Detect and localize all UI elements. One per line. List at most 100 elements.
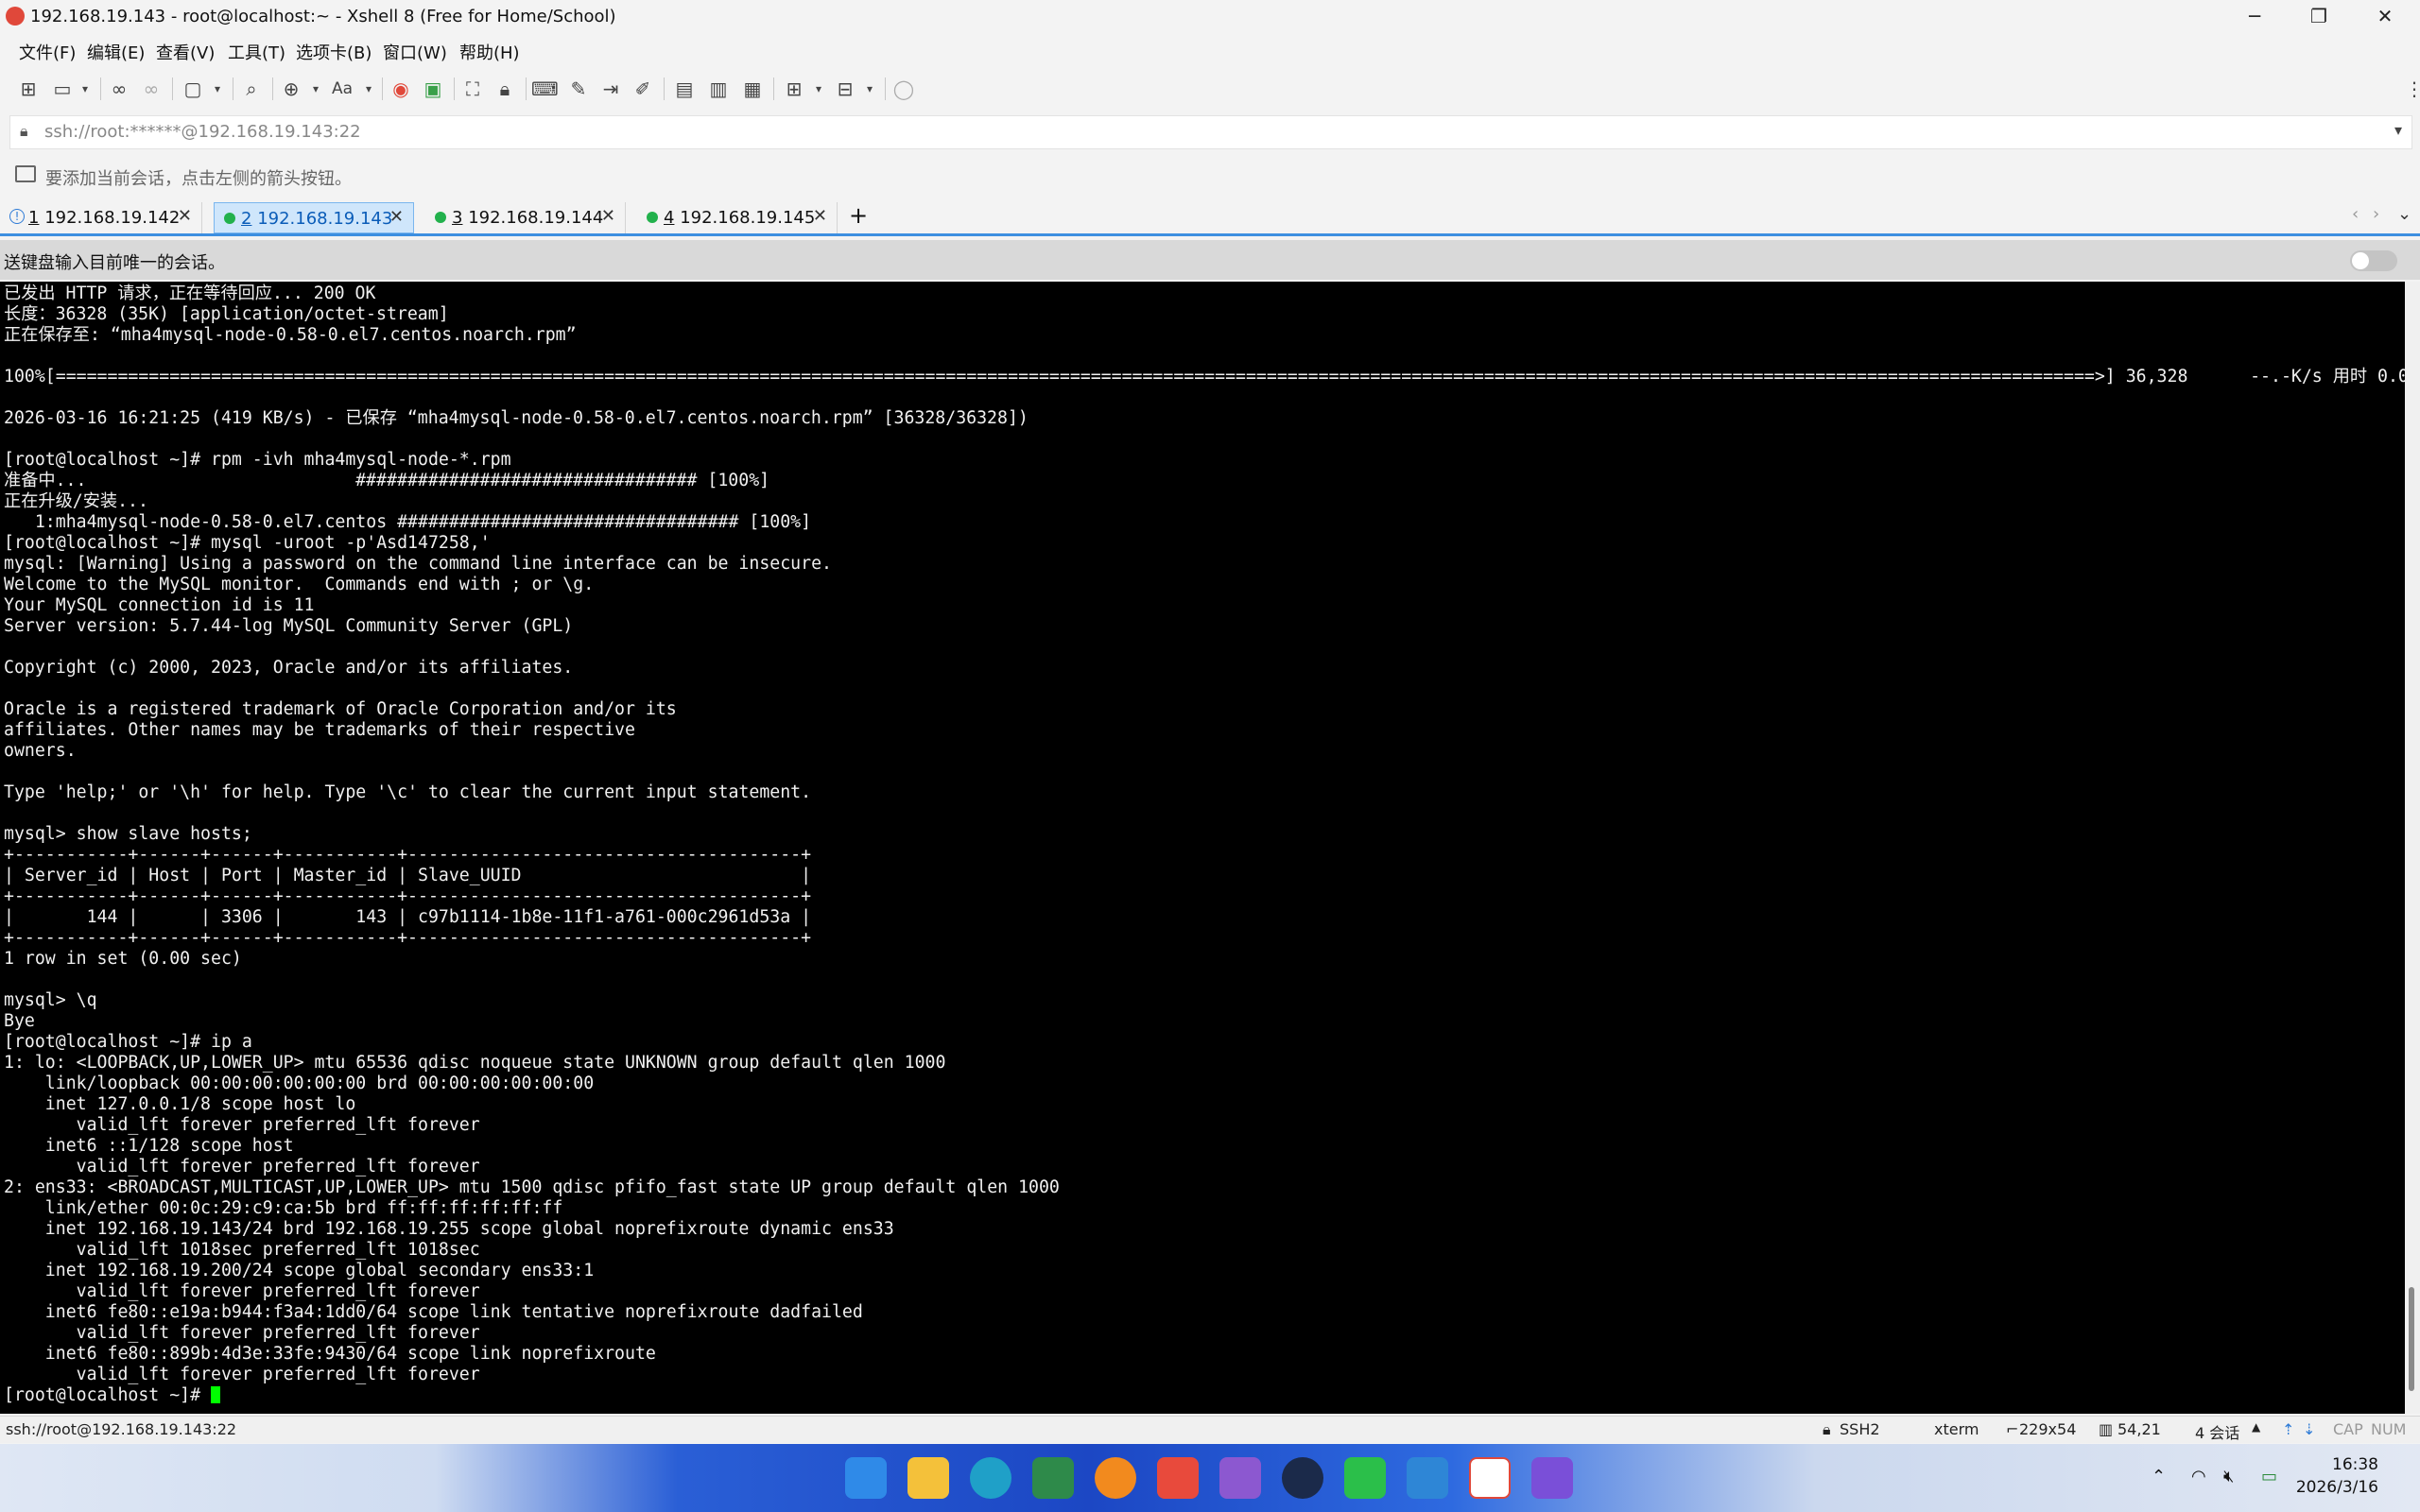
tab-scroll-right-icon[interactable]: ›	[2373, 204, 2379, 224]
terminal-line: 已发出 HTTP 请求，正在等待回应... 200 OK	[4, 284, 376, 303]
add-tab-icon[interactable]: +	[849, 202, 868, 229]
globe-icon[interactable]: ⊕	[278, 76, 304, 102]
log-icon[interactable]: ▤	[671, 76, 698, 102]
tab-session-2[interactable]: 2 192.168.19.143 ✕	[214, 202, 414, 233]
search-icon[interactable]: ⌕	[238, 76, 265, 102]
terminal-line: [root@localhost ~]# rpm -ivh mha4mysql-n…	[4, 450, 511, 470]
terminal-line: Your MySQL connection id is 11	[4, 595, 315, 615]
add-session-arrow-icon[interactable]	[15, 165, 36, 182]
toolbar-divider	[272, 77, 273, 100]
tab-close-icon[interactable]: ✕	[178, 206, 192, 226]
connected-status-icon	[647, 212, 658, 223]
compose-icon[interactable]: ✐	[630, 76, 656, 102]
toolbar-divider	[526, 77, 527, 100]
app-orange-icon[interactable]	[1095, 1457, 1136, 1499]
new-window-icon[interactable]: ▢	[180, 76, 206, 102]
menu-help[interactable]: 帮助(H)	[459, 40, 520, 64]
terminal-output[interactable]: 已发出 HTTP 请求，正在等待回应... 200 OK 长度：36328 (3…	[0, 282, 2405, 1414]
notes-icon[interactable]: ▦	[739, 76, 766, 102]
chat-icon[interactable]: ◯	[890, 76, 917, 102]
disconnect-icon[interactable]: ∞	[138, 76, 164, 102]
transfer-icon[interactable]: ⇥	[597, 76, 624, 102]
lock-icon[interactable]: 🔒︎	[492, 76, 518, 102]
tray-chevron-icon[interactable]: ⌃	[2152, 1467, 2166, 1486]
status-protocol: SSH2	[1840, 1420, 1880, 1438]
terminal-line: 正在保存至: “mha4mysql-node-0.58-0.el7.centos…	[4, 325, 577, 345]
font-dropdown-icon[interactable]: ▾	[355, 76, 382, 102]
menu-edit[interactable]: 编辑(E)	[87, 40, 145, 64]
font-icon[interactable]: Aa	[329, 76, 355, 102]
tab-label: 4 192.168.19.145	[664, 208, 816, 228]
toolbar-divider	[773, 77, 774, 100]
battery-icon[interactable]: ▭	[2261, 1467, 2277, 1486]
keyboard-icon[interactable]: ⌨	[531, 76, 559, 102]
tab-close-icon[interactable]: ✕	[813, 206, 827, 226]
add-tab-icon[interactable]: ⊞	[781, 76, 807, 102]
session-count-up-icon[interactable]: ▲	[2252, 1420, 2260, 1434]
tab-close-icon[interactable]: ✕	[601, 206, 615, 226]
xftp-taskbar-icon[interactable]	[1531, 1457, 1573, 1499]
start-icon[interactable]	[845, 1457, 887, 1499]
edge-icon[interactable]	[970, 1457, 1011, 1499]
fullscreen-icon[interactable]: ⛶	[459, 76, 486, 102]
wifi-icon[interactable]: ◠	[2191, 1467, 2206, 1486]
terminal-line: Copyright (c) 2000, 2023, Oracle and/or …	[4, 658, 574, 678]
steam-icon[interactable]	[1282, 1457, 1323, 1499]
address-bar[interactable]: 🔒︎ ssh://root:******@192.168.19.143:22 ▾	[9, 115, 2412, 149]
file-explorer-icon[interactable]	[908, 1457, 949, 1499]
tab-session-4[interactable]: 4 192.168.19.145 ✕	[637, 202, 838, 233]
menu-tab[interactable]: 选项卡(B)	[296, 40, 372, 64]
restore-button[interactable]: ❐	[2286, 0, 2352, 32]
taskbar-clock[interactable]: 16:38 2026/3/16	[2296, 1453, 2378, 1499]
layout-icon[interactable]: ⊟	[832, 76, 858, 102]
visual-studio-icon[interactable]	[1219, 1457, 1261, 1499]
close-button[interactable]: ✕	[2352, 0, 2418, 32]
layout-dropdown-icon[interactable]: ▾	[856, 76, 883, 102]
more-options-icon[interactable]: ⋮	[2401, 76, 2420, 102]
terminal-scrollbar[interactable]	[2405, 282, 2420, 1414]
new-session-icon[interactable]: ⊞	[15, 76, 42, 102]
terminal-text: 已发出 HTTP 请求，正在等待回应... 200 OK 长度：36328 (3…	[4, 284, 2405, 1406]
volume-muted-icon[interactable]: 🔇︎	[2223, 1467, 2234, 1486]
status-address: ssh://root@192.168.19.143:22	[6, 1420, 237, 1438]
address-dropdown-icon[interactable]: ▾	[2394, 121, 2402, 139]
xshell-logo-icon	[6, 7, 25, 26]
window-dropdown-icon[interactable]: ▾	[204, 76, 231, 102]
menu-view[interactable]: 查看(V)	[156, 40, 215, 64]
menu-tools[interactable]: 工具(T)	[228, 40, 285, 64]
encoding-dropdown-icon[interactable]: ▾	[302, 76, 329, 102]
address-value[interactable]: ssh://root:******@192.168.19.143:22	[44, 122, 361, 142]
tab-list-dropdown-icon[interactable]: ⌄	[2397, 204, 2411, 224]
wechat-icon[interactable]	[1344, 1457, 1386, 1499]
scrollbar-thumb[interactable]	[2409, 1287, 2414, 1391]
wps-icon[interactable]	[1157, 1457, 1199, 1499]
open-dropdown-icon[interactable]: ▾	[72, 76, 98, 102]
tab-close-icon[interactable]: ✕	[389, 207, 404, 227]
terminal-line: inet6 fe80::e19a:b944:f3a4:1dd0/64 scope…	[44, 1302, 863, 1322]
menu-file[interactable]: 文件(F)	[19, 40, 76, 64]
terminal-line: 1:mha4mysql-node-0.58-0.el7.centos #####…	[34, 512, 812, 532]
xmanager-icon[interactable]: ▣	[420, 76, 446, 102]
minimize-button[interactable]: ─	[2221, 0, 2288, 32]
xshell-taskbar-icon[interactable]	[1469, 1457, 1511, 1499]
script-icon[interactable]: ✎	[565, 76, 592, 102]
xftp-icon[interactable]: ◉	[388, 76, 414, 102]
terminal-line: inet 127.0.0.1/8 scope host lo	[44, 1094, 356, 1114]
tunnel-icon[interactable]: ▥	[705, 76, 732, 102]
terminal-line: inet 192.168.19.200/24 scope global seco…	[44, 1261, 595, 1280]
tab-scroll-left-icon[interactable]: ‹	[2352, 204, 2359, 224]
tab-session-1[interactable]: ! 1 192.168.19.142 ✕	[2, 202, 202, 233]
reconnect-icon[interactable]: ∞	[106, 76, 132, 102]
terminal-line: 准备中... #################################…	[4, 471, 770, 490]
terminal-line: 1: lo: <LOOPBACK,UP,LOWER_UP> mtu 65536 …	[4, 1053, 946, 1073]
tab-session-3[interactable]: 3 192.168.19.144 ✕	[425, 202, 626, 233]
status-session-count[interactable]: 4 会话	[2195, 1420, 2239, 1443]
store-icon[interactable]	[1032, 1457, 1074, 1499]
vmware-icon[interactable]	[1407, 1457, 1448, 1499]
terminal-line: | Server_id | Host | Port | Master_id | …	[4, 866, 812, 885]
add-tab-dropdown-icon[interactable]: ▾	[805, 76, 832, 102]
status-caps-lock: CAP	[2333, 1420, 2363, 1438]
menu-bar: 文件(F) 编辑(E) 查看(V) 工具(T) 选项卡(B) 窗口(W) 帮助(…	[0, 34, 2420, 64]
status-lock-icon: 🔒︎	[1823, 1420, 1831, 1438]
menu-window[interactable]: 窗口(W)	[383, 40, 447, 64]
